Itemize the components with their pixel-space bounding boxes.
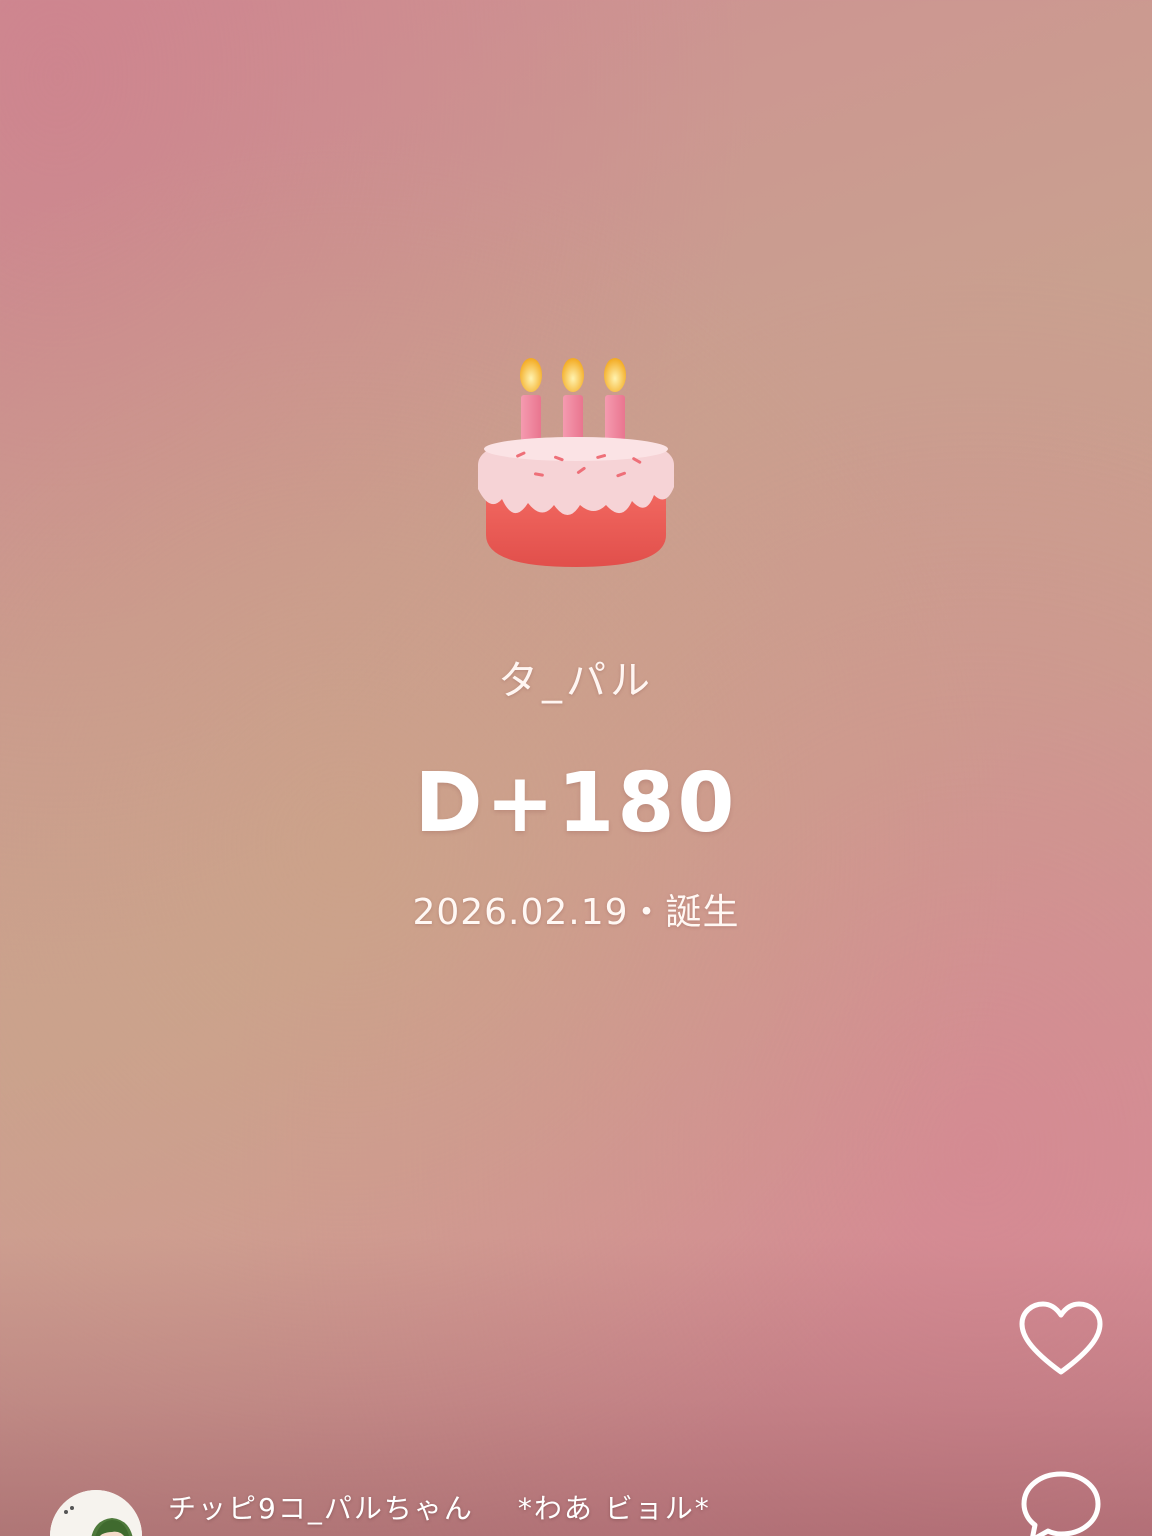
comment-bubble-icon[interactable] <box>1018 1468 1104 1536</box>
day-counter: D+180 <box>414 756 738 851</box>
baby-name: タ_パル <box>498 658 654 704</box>
post-content: タ_パル D+180 2026.02.19・誕生 <box>0 345 1152 935</box>
avatar[interactable] <box>50 1490 142 1536</box>
post-caption: *わあ ビョル* <box>517 1492 711 1525</box>
author-name[interactable]: チッピ9コ_パルちゃん <box>168 1487 474 1527</box>
birthday-cake-icon <box>478 358 674 567</box>
author-bar[interactable]: チッピ9コ_パルちゃん *わあ ビョル* <box>50 1488 711 1536</box>
heart-outline-icon[interactable] <box>1018 1300 1104 1380</box>
birth-date: 2026.02.19・誕生 <box>412 892 740 933</box>
avatar-image <box>50 1490 142 1536</box>
